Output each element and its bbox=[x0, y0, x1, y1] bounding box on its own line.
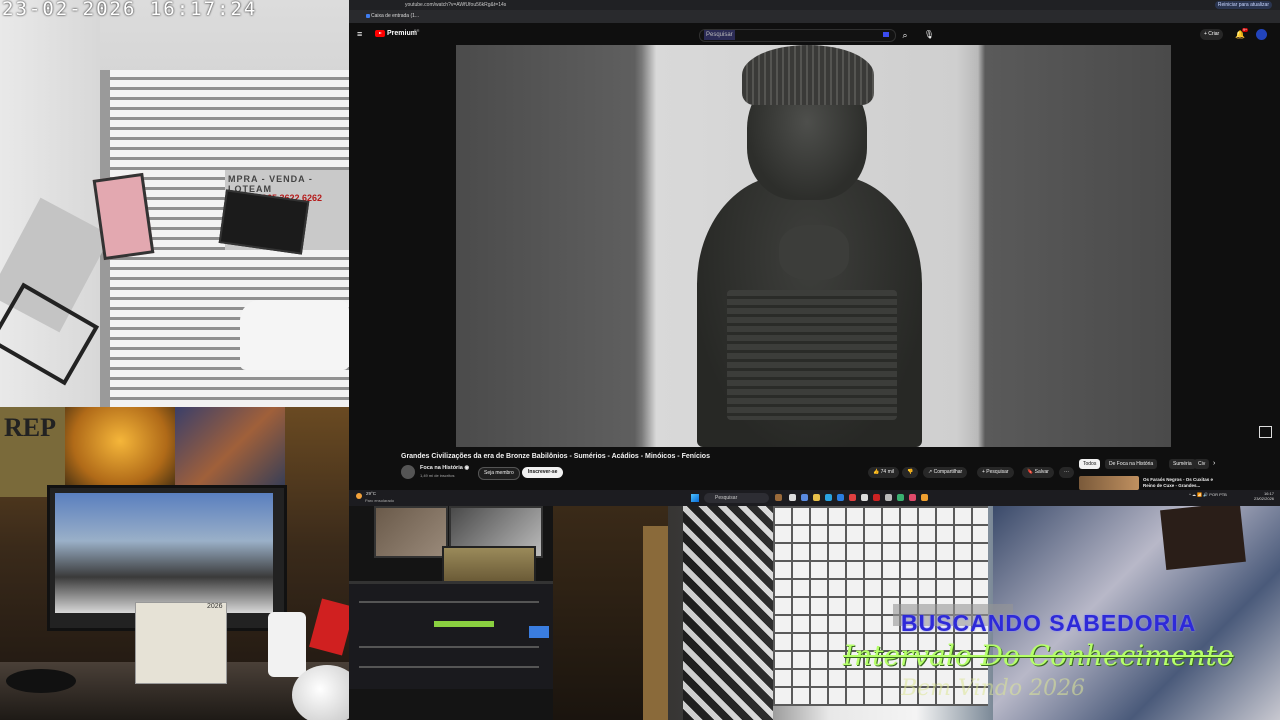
clock-date: 23/02/2026 bbox=[1254, 496, 1275, 501]
youtube-logo-region: BR bbox=[414, 28, 420, 33]
microphone-icon[interactable]: 🎙 bbox=[923, 29, 935, 41]
overlay-title: BUSCANDO SABEDORIA bbox=[901, 610, 1197, 636]
bookshelf-column bbox=[643, 526, 668, 720]
chip-all[interactable]: Todos bbox=[1079, 459, 1101, 469]
taskbar-app-icon[interactable] bbox=[909, 494, 916, 501]
overlay-welcome: Bem Vindo 2026 bbox=[901, 676, 1086, 701]
taskbar-search-placeholder: Pesquisar bbox=[715, 495, 738, 501]
keyboard-icon[interactable] bbox=[883, 32, 889, 37]
video-title: Grandes Civilizações da era de Bronze Ba… bbox=[401, 453, 710, 460]
camera-feed-street: MPRA - VENDA - LOTEAM 965 3622 6262 23-0… bbox=[0, 0, 349, 407]
hanging-laptop-dark bbox=[218, 189, 310, 255]
taskbar-clock[interactable]: 16:17 23/02/2026 bbox=[1254, 491, 1274, 501]
join-member-button[interactable]: Seja membro bbox=[478, 467, 520, 480]
system-tray[interactable]: ^ ☁ 📶 🔊 POR PTB bbox=[1189, 492, 1227, 498]
red-box bbox=[309, 598, 349, 656]
search-placeholder: Pesquisar bbox=[704, 30, 735, 40]
camera-timestamp: 23-02-2026 16:17:24 bbox=[2, 0, 258, 20]
audio-meter bbox=[529, 626, 549, 638]
desk-calendar-year: 2026 bbox=[207, 603, 223, 610]
studio-mixer-screen bbox=[349, 581, 553, 689]
taskbar-app-icon[interactable] bbox=[885, 494, 892, 501]
statue-hands bbox=[779, 225, 849, 280]
weather-desc: Parc ensolarado bbox=[365, 498, 395, 503]
channel-subscribers: 1,49 mi de inscritos bbox=[420, 473, 455, 478]
windows-taskbar: 29°C Parc ensolarado Pesquisar ^ ☁ 📶 🔊 P… bbox=[349, 490, 1280, 506]
desk-calendar bbox=[135, 602, 227, 684]
taskbar-app-icon[interactable] bbox=[837, 494, 844, 501]
task-view-icon[interactable] bbox=[789, 494, 796, 501]
taskbar-app-icon[interactable] bbox=[921, 494, 928, 501]
address-bar[interactable]: youtube.com/watch?v=AWfUfou56kRg&t=14s bbox=[405, 0, 506, 10]
bookmark-favicon bbox=[366, 14, 370, 18]
subscribe-button[interactable]: Inscrever-se bbox=[522, 467, 564, 478]
bottle bbox=[268, 612, 306, 677]
channel-avatar[interactable] bbox=[401, 465, 415, 479]
chip-channel[interactable]: De Foca na História bbox=[1105, 459, 1158, 469]
dislike-button[interactable]: 👎 bbox=[902, 467, 919, 478]
chevron-right-icon[interactable]: › bbox=[1213, 459, 1215, 469]
start-windows-icon[interactable] bbox=[691, 494, 699, 502]
speaker bbox=[1160, 506, 1246, 571]
chrome-browser-icon[interactable] bbox=[861, 494, 868, 501]
related-video-thumbnail[interactable] bbox=[1079, 476, 1139, 490]
taskbar-app-icon[interactable] bbox=[775, 494, 782, 501]
studio-monitor bbox=[374, 506, 448, 558]
desk-monitor-screen bbox=[55, 493, 273, 613]
account-avatar[interactable] bbox=[1256, 29, 1267, 40]
chip-sumeria[interactable]: Suméria bbox=[1169, 459, 1196, 469]
search-action-button[interactable]: + Pesquisar bbox=[977, 467, 1014, 478]
parked-car bbox=[240, 300, 349, 370]
save-button[interactable]: 🔖 Salvar bbox=[1022, 467, 1054, 478]
youtube-logo-icon[interactable] bbox=[375, 30, 385, 37]
camera-feed-desk: REP 2026 bbox=[0, 407, 349, 720]
audio-meter bbox=[434, 621, 494, 627]
weather-temp[interactable]: 29°C bbox=[366, 491, 376, 497]
mixer-track bbox=[359, 666, 539, 668]
shop-sign-text: MPRA - VENDA - LOTEAM bbox=[228, 174, 313, 194]
weather-sun-icon[interactable] bbox=[356, 493, 362, 499]
notifications-badge: 9+ bbox=[1242, 28, 1248, 32]
taskbar-app-icon[interactable] bbox=[849, 494, 856, 501]
wall-art bbox=[175, 407, 285, 497]
channel-name[interactable]: Foca na História ◉ bbox=[420, 465, 469, 472]
overlay-subtitle: Intervalo Do Conhecimento bbox=[843, 639, 1234, 672]
statue-inscription bbox=[727, 290, 897, 420]
taskbar-app-icon[interactable] bbox=[897, 494, 904, 501]
bookmarks-bar bbox=[349, 10, 1280, 23]
chip-civ[interactable]: Civ bbox=[1194, 459, 1210, 469]
wall-poster-text: REP bbox=[4, 413, 56, 442]
edge-browser-icon[interactable] bbox=[825, 494, 832, 501]
reload-update-button[interactable]: Reiniciar para atualizar bbox=[1214, 1, 1272, 9]
taskbar-app-icon[interactable] bbox=[873, 494, 880, 501]
camera-feed-studio bbox=[349, 506, 553, 720]
create-button[interactable]: + Criar bbox=[1200, 29, 1224, 40]
share-button[interactable]: ↗ Compartilhar bbox=[923, 467, 968, 478]
miniplayer-icon[interactable] bbox=[1259, 426, 1272, 438]
bookmark-inbox[interactable]: Caixa de entrada (1... bbox=[371, 13, 419, 20]
file-explorer-icon[interactable] bbox=[813, 494, 820, 501]
mixer-track bbox=[359, 601, 539, 603]
youtube-logo-text[interactable]: Premium bbox=[387, 30, 417, 38]
camera-feed-room: BUSCANDO SABEDORIA Intervalo Do Conhecim… bbox=[553, 506, 1280, 720]
lamp-light bbox=[65, 407, 175, 492]
browser-window: youtube.com/watch?v=AWfUfou56kRg&t=14s R… bbox=[349, 0, 1280, 490]
mouse bbox=[6, 669, 76, 693]
taskbar-app-icon[interactable] bbox=[801, 494, 808, 501]
search-icon[interactable]: ⌕ bbox=[899, 29, 911, 41]
related-video-title[interactable]: Os Faraós Negros - Os Cuxitas e Reino de… bbox=[1143, 477, 1223, 489]
like-button[interactable]: 👍 74 mil bbox=[868, 467, 899, 478]
menu-icon[interactable]: ≡ bbox=[357, 30, 362, 39]
more-actions-button[interactable]: ··· bbox=[1059, 467, 1074, 478]
mixer-track bbox=[359, 646, 539, 648]
statue-cap bbox=[742, 45, 874, 105]
graffiti-wall bbox=[683, 506, 773, 720]
